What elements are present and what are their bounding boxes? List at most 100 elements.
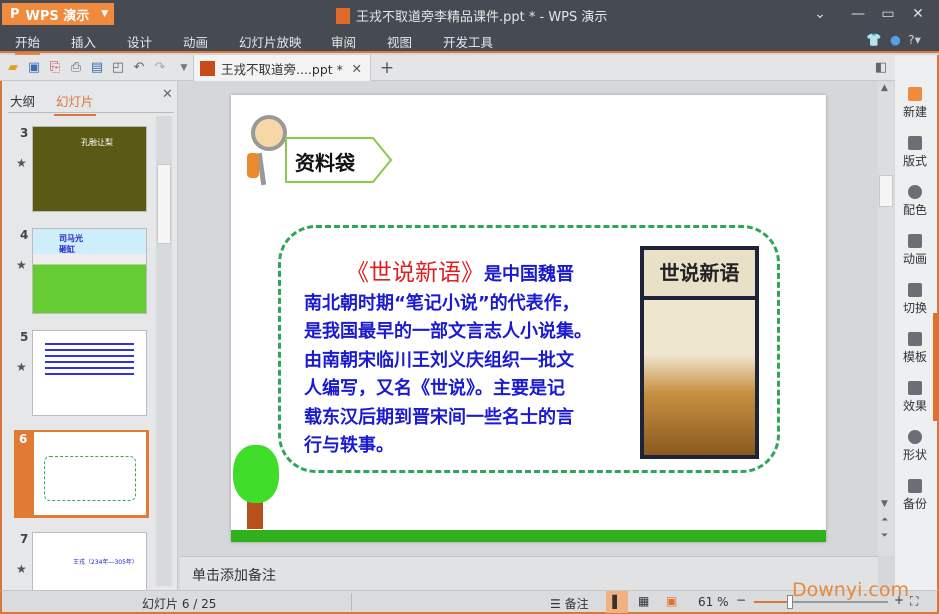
scrollbar-thumb[interactable] [157,164,171,244]
label: 版式 [902,154,927,168]
animation-star-icon: ★ [16,156,27,170]
slide-thumbnail-4[interactable]: 司马光砸缸 [32,228,147,314]
tab-review[interactable]: 审阅 [331,32,356,51]
slide-number: 6 [19,432,28,446]
tab-home[interactable]: 开始 [15,32,41,55]
fit-window-icon[interactable]: ⛶ [910,594,918,609]
right-task-pane: 新建 版式 配色 动画 切换 模板 效果 形状 备份 [895,55,939,590]
title-bar: P WPS 演示 ▼ 王戎不取道旁李精品课件.ppt * - WPS 演示 ⌄ — … [0,0,939,28]
template-button[interactable]: 模板 [895,332,935,365]
scroll-up-icon[interactable]: ▲ [881,83,888,93]
tab-design[interactable]: 设计 [127,32,152,51]
tab-developer[interactable]: 开发工具 [443,32,493,51]
app-menu-label: WPS 演示 [25,8,90,24]
undo-icon[interactable]: ↶ [130,59,148,77]
document-tab[interactable]: 王戎不取道旁....ppt * ✕ [193,55,371,81]
slideshow-icon[interactable]: ▣ [666,594,677,608]
layout-button[interactable]: 版式 [895,136,935,169]
slide-number: 3 [20,126,29,140]
thumbnail-caption: 王戎（234年—305年） [73,559,138,566]
pane-expand-handle[interactable] [933,313,937,421]
section-label: 资料袋 [295,151,355,175]
cloud-icon[interactable]: ● [890,32,901,47]
ground-bar [231,530,826,542]
transition-button[interactable]: 切换 [895,283,935,316]
animation-button[interactable]: 动画 [895,234,935,267]
shapes-icon [908,430,922,444]
ribbon-collapse-icon[interactable]: ⌄ [808,4,832,24]
label: 动画 [902,252,927,266]
backup-button[interactable]: 备份 [895,479,935,512]
close-tab-icon[interactable]: ✕ [352,61,362,76]
shapes-button[interactable]: 形状 [895,430,935,463]
color-scheme-button[interactable]: 配色 [895,185,935,218]
scrollbar-thumb[interactable] [879,175,893,207]
slide-canvas[interactable]: 资料袋 《世说新语》是中国魏晋 南北朝时期“笔记小说”的代表作， 是我国最早的一… [231,95,826,542]
new-icon [908,87,922,101]
notes-toggle[interactable]: ☰ 备注 [550,595,589,612]
slide-number: 4 [20,228,29,242]
slide-panel: 大纲 幻灯片 ✕ 3 ★ 孔融让梨 4 ★ 司马光砸缸 5 ★ 6 7 ★ 王戎… [0,81,178,592]
animation-star-icon: ★ [16,360,27,374]
menu-bar: 开始 插入 设计 动画 幻灯片放映 审阅 视图 开发工具 👕 ● ?▾ [0,28,939,55]
effects-button[interactable]: 效果 [895,381,935,414]
slide-thumbnail-5[interactable] [32,330,147,416]
notes-label: 备注 [564,597,589,611]
text-line: 由南朝宋临川王刘义庆组织一批文 [304,349,574,371]
slide-thumbnail-6[interactable] [34,432,146,515]
ppt-doc-icon [200,60,215,76]
label: 模板 [902,350,927,364]
tab-view[interactable]: 视图 [387,32,412,51]
layout-icon [908,136,922,150]
zoom-slider[interactable] [754,595,888,609]
transition-icon [908,283,922,297]
text-line: 载东汉后期到晋宋间一些名士的言 [304,406,574,428]
normal-view-icon[interactable]: ▌ [606,591,628,613]
slide-number: 5 [20,330,29,344]
tab-slideshow[interactable]: 幻灯片放映 [239,32,302,51]
next-slide-icon[interactable]: ⏷ [881,531,888,541]
slide-thumbnail-7[interactable]: 王戎（234年—305年） [32,532,147,592]
chevron-down-icon: ▼ [101,9,109,19]
prev-slide-icon[interactable]: ⏶ [881,515,888,525]
backup-icon [908,479,922,493]
slide-thumbnail-3[interactable]: 孔融让梨 [32,126,147,212]
panel-toggle-icon[interactable]: ◧ [872,59,890,77]
scroll-down-icon[interactable]: ▼ [881,499,888,509]
tab-insert[interactable]: 插入 [71,32,96,51]
new-tab-icon[interactable]: + [378,59,396,77]
slide-number: 7 [20,532,29,546]
export-pdf-icon[interactable]: ⎘ [46,59,64,77]
print-icon[interactable]: ⎙ [67,59,85,77]
print-preview-icon[interactable]: ▤ [88,59,106,77]
preview-icon[interactable]: ◰ [109,59,127,77]
skin-icon[interactable]: 👕 [866,32,882,48]
status-bar: 幻灯片 6 / 25 ☰ 备注 ▌ ▦ ▣ 61 % − + ⛶ Downyi.… [0,579,939,614]
tab-animation[interactable]: 动画 [183,32,208,51]
minimize-button[interactable]: — [846,4,870,24]
thumbnail-caption: 孔融让梨 [81,138,113,147]
window-title: 王戎不取道旁李精品课件.ppt * - WPS 演示 [336,6,607,25]
animation-star-icon: ★ [16,258,27,272]
label: 效果 [902,399,927,413]
slide-scrollbar[interactable]: ▲ ▼ ⏶ ⏷ [878,81,894,556]
slide-panel-scrollbar[interactable] [156,116,172,586]
template-icon [908,332,922,346]
new-slide-button[interactable]: 新建 [895,87,935,120]
open-icon[interactable]: ▰ [4,59,22,77]
close-button[interactable]: ✕ [906,4,930,24]
tab-outline[interactable]: 大纲 [10,91,35,110]
label: 新建 [902,105,927,119]
zoom-level: 61 % [698,595,729,609]
redo-icon[interactable]: ↷ [151,59,169,77]
customize-dropdown-icon[interactable]: ▼ [175,59,193,77]
app-menu-button[interactable]: P WPS 演示 ▼ [2,3,114,25]
maximize-button[interactable]: ▭ [876,4,900,24]
close-panel-icon[interactable]: ✕ [162,87,173,102]
notes-input[interactable]: 单击添加备注 [180,556,878,590]
save-icon[interactable]: ▣ [25,59,43,77]
slide-sorter-icon[interactable]: ▦ [638,594,649,608]
text-line: 人编写，又名《世说》。主要是记 [304,378,565,399]
zoom-out-icon[interactable]: − [736,593,746,607]
help-icon[interactable]: ?▾ [908,32,921,47]
